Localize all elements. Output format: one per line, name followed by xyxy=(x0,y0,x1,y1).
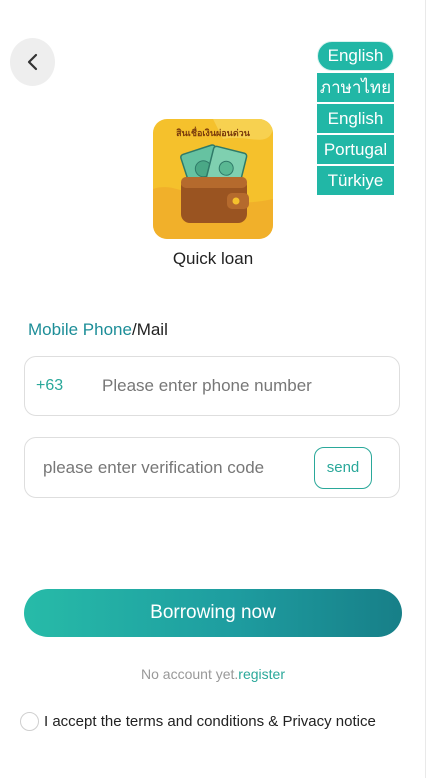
verification-field: send xyxy=(24,437,400,498)
login-method-mail[interactable]: /Mail xyxy=(132,320,168,339)
language-option-turkiye[interactable]: Türkiye xyxy=(317,166,394,195)
verification-code-input[interactable] xyxy=(41,456,314,479)
language-current[interactable]: English xyxy=(317,41,394,71)
back-button[interactable] xyxy=(10,38,55,86)
app-name: Quick loan xyxy=(172,249,254,268)
app-logo: สินเชื่อเงินผ่อนด่วน xyxy=(153,119,273,239)
phone-field: +63 xyxy=(24,356,400,416)
borrow-now-button[interactable]: Borrowing now xyxy=(24,589,402,637)
send-code-button[interactable]: send xyxy=(314,446,372,489)
phone-input[interactable] xyxy=(100,375,399,397)
chevron-left-icon xyxy=(27,53,37,71)
login-method-phone[interactable]: Mobile Phone xyxy=(28,320,132,339)
language-selector: English ภาษาไทย English Portugal Türkiye xyxy=(317,41,394,197)
language-option-english[interactable]: English xyxy=(317,104,394,133)
register-prompt: No account yet.register xyxy=(0,666,426,682)
agreement-text[interactable]: I accept the terms and conditions & Priv… xyxy=(44,711,376,733)
wallet-logo-icon: สินเชื่อเงินผ่อนด่วน xyxy=(153,119,273,239)
agreement-row: I accept the terms and conditions & Priv… xyxy=(20,711,390,733)
country-code[interactable]: +63 xyxy=(36,377,100,395)
no-account-text: No account yet. xyxy=(141,666,239,682)
language-option-portugal[interactable]: Portugal xyxy=(317,135,394,164)
login-method-label: Mobile Phone/Mail xyxy=(28,320,168,340)
register-link[interactable]: register xyxy=(238,666,285,682)
language-option-thai[interactable]: ภาษาไทย xyxy=(317,73,394,102)
agreement-checkbox[interactable] xyxy=(20,712,39,731)
